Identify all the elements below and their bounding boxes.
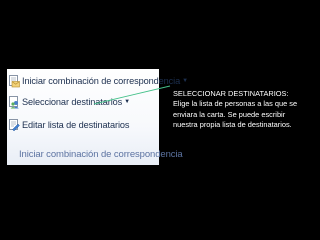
annotation-title: SELECCIONAR DESTINATARIOS: xyxy=(173,89,289,98)
group-label: Iniciar combinación de correspondencia xyxy=(19,145,183,163)
dropdown-arrow-icon: ▼ xyxy=(182,78,189,84)
edit-recipient-list-button[interactable]: Editar lista de destinatarios xyxy=(9,116,130,134)
edit-list-icon xyxy=(9,118,20,131)
annotation-box: SELECCIONAR DESTINATARIOS: Elige la list… xyxy=(173,89,308,131)
slide: Iniciar combinación de correspondencia ▼… xyxy=(0,0,320,240)
annotation-description: Elige la lista de personas a las que se … xyxy=(173,99,298,130)
edit-recipient-list-label: Editar lista de destinatarios xyxy=(22,120,130,130)
mail-merge-icon xyxy=(9,74,20,87)
group-label-text: Iniciar combinación de correspondencia xyxy=(19,148,183,160)
connector-line xyxy=(94,85,171,105)
select-recipients-icon xyxy=(9,95,19,108)
